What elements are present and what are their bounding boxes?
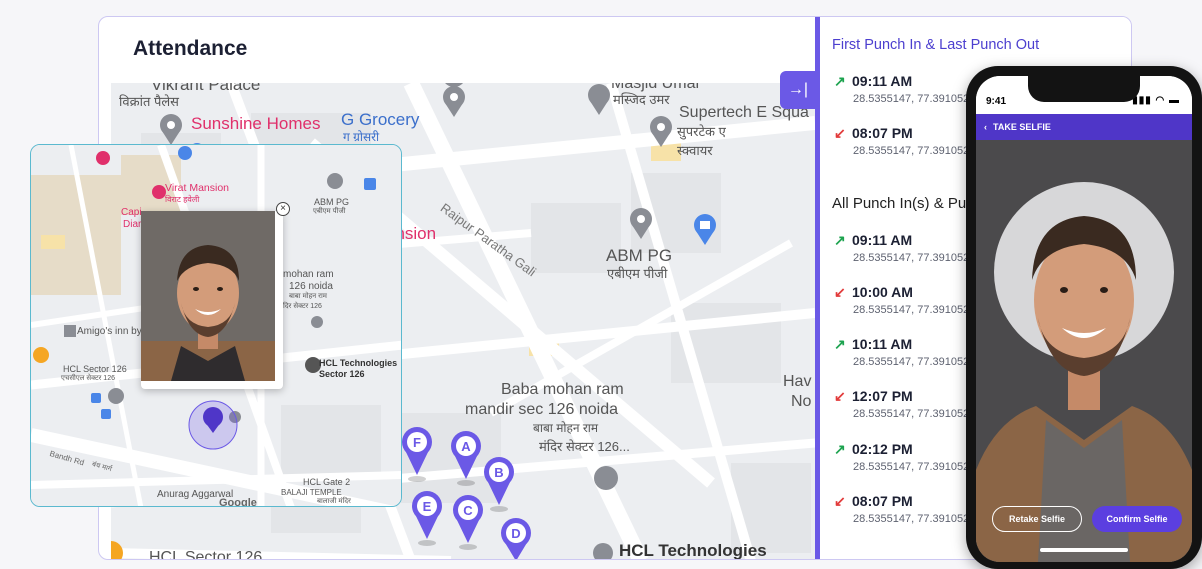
map-label-abm-pg: ABM PG xyxy=(606,246,673,265)
map-label-vikrant-hindi: विक्रांत पैलेस xyxy=(119,94,179,109)
punch-row[interactable]: ↙ 10:00 AM 28.5355147, 77.391052 xyxy=(834,284,969,316)
zoom-label-hcl-tech-1: HCL Technologies xyxy=(319,358,398,368)
punch-first-in[interactable]: ↗ 09:11 AM 28.5355147, 77.391052 xyxy=(834,73,969,105)
signal-wifi-battery-icon: ▮▮▮ ◠ ▬ xyxy=(1132,95,1180,106)
collapse-panel-button[interactable]: →| xyxy=(780,71,816,109)
zoom-label-abm-pg: ABM PG xyxy=(314,197,350,207)
arrow-down-left-icon: ↙ xyxy=(834,284,846,300)
zoom-label-mohan-1: mohan ram xyxy=(283,269,334,280)
zoom-label-amigos: Amigo's inn by xyxy=(77,326,142,337)
first-last-heading: First Punch In & Last Punch Out xyxy=(832,37,1040,53)
arrow-down-left-icon: ↙ xyxy=(834,125,846,141)
zoom-label-mohan-hindi-2: दिर सेक्टर 126 xyxy=(283,303,322,310)
map-label-no: No xyxy=(791,393,812,410)
arrow-down-left-icon: ↙ xyxy=(834,388,846,404)
zoom-label-mohan-hindi-1: बाबा मोहन राम xyxy=(289,293,327,300)
map-label-hav: Hav xyxy=(783,373,812,390)
map-label-baba-mohan-2: mandir sec 126 noida xyxy=(465,401,618,418)
selfie-photo xyxy=(141,211,275,381)
close-icon[interactable]: × xyxy=(276,202,290,216)
retake-selfie-button[interactable]: Retake Selfie xyxy=(992,506,1082,532)
arrow-up-right-icon: ↗ xyxy=(834,336,846,352)
zoomed-location-map[interactable]: Virat Mansion विराट हवेली Capi Diar ABM … xyxy=(30,144,402,507)
punch-row[interactable]: ↗ 10:11 AM 28.5355147, 77.391052 xyxy=(834,336,969,368)
map-label-g-grocery: G Grocery xyxy=(341,110,420,129)
map-label-supertech-hindi-2: स्क्वायर xyxy=(677,143,713,158)
zoom-label-virat-mansion: Virat Mansion xyxy=(165,182,230,194)
map-label-hcl-technologies: HCL Technologies xyxy=(619,541,767,560)
arrow-up-right-icon: ↗ xyxy=(834,441,846,457)
zoom-label-virat-hindi: विराट हवेली xyxy=(165,195,200,204)
google-logo: Google xyxy=(219,497,257,507)
camera-preview: Retake Selfie Confirm Selfie xyxy=(976,140,1192,562)
map-label-hcl-sector-126: HCL Sector 126 xyxy=(149,549,263,560)
punch-last-out[interactable]: ↙ 08:07 PM 28.5355147, 77.391052 xyxy=(834,125,969,157)
punch-row[interactable]: ↙ 08:07 PM 28.5355147, 77.391052 xyxy=(834,493,969,525)
arrow-up-right-icon: ↗ xyxy=(834,232,846,248)
screen-title: TAKE SELFIE xyxy=(993,122,1051,132)
zoom-label-hcl-gate-1: HCL Gate 2 xyxy=(303,477,351,487)
home-indicator xyxy=(1040,548,1128,552)
zoom-label-hcl-sector: HCL Sector 126 xyxy=(63,364,127,374)
map-label-baba-mohan-1: Baba mohan ram xyxy=(501,381,624,398)
take-selfie-header: ‹ TAKE SELFIE xyxy=(976,114,1192,140)
map-label-baba-mohan-hindi-2: मंदिर सेक्टर 126... xyxy=(539,439,630,454)
phone-mockup: 9:41 ▮▮▮ ◠ ▬ ‹ TAKE SELFIE Retake Selfie… xyxy=(966,66,1202,569)
arrow-up-right-icon: ↗ xyxy=(834,73,846,89)
map-label-supertech-hindi-1: सुपरटेक ए xyxy=(677,124,726,139)
status-time: 9:41 xyxy=(986,96,1007,107)
phone-notch xyxy=(1028,76,1140,102)
selfie-popup[interactable] xyxy=(141,211,283,389)
selfie-camera-image xyxy=(976,140,1192,562)
punch-row[interactable]: ↗ 09:11 AM 28.5355147, 77.391052 xyxy=(834,232,969,264)
map-label-baba-mohan-hindi-1: बाबा मोहन राम xyxy=(533,421,599,435)
zoom-label-hcl-tech-2: Sector 126 xyxy=(319,369,365,379)
zoom-label-mohan-2: 126 noida xyxy=(289,281,333,292)
punch-row[interactable]: ↙ 12:07 PM 28.5355147, 77.391052 xyxy=(834,388,969,420)
zoom-label-hcl-gate-2: BALAJI TEMPLE xyxy=(281,488,342,497)
map-label-abm-pg-hindi: एबीएम पीजी xyxy=(607,266,668,281)
back-icon[interactable]: ‹ xyxy=(984,122,987,132)
confirm-selfie-button[interactable]: Confirm Selfie xyxy=(1092,506,1182,532)
zoom-label-hcl-gate-hindi: बालाजी मंदिर xyxy=(317,498,351,505)
zoom-label-abm-pg-hindi: एबीएम पीजी xyxy=(313,208,346,215)
zoom-label-diar: Diar xyxy=(123,219,142,230)
map-label-g-grocery-hindi: ग ग्रोसरी xyxy=(343,130,380,144)
punch-row[interactable]: ↗ 02:12 PM 28.5355147, 77.391052 xyxy=(834,441,969,473)
page-title: Attendance xyxy=(133,37,248,60)
map-label-vikrant-palace: Vikrant Palace xyxy=(151,83,261,94)
map-label-masjid-hindi: मस्जिद उमर xyxy=(613,92,670,107)
zoom-label-hcl-sector-hindi: एचसीएल सेक्टर 126 xyxy=(61,375,115,382)
zoom-label-capi: Capi xyxy=(121,207,142,218)
stage: Attendance Vikrant Palace विक्रांत पैलेस… xyxy=(0,0,1202,569)
phone-screen: 9:41 ▮▮▮ ◠ ▬ ‹ TAKE SELFIE Retake Selfie… xyxy=(976,76,1192,562)
arrow-down-left-icon: ↙ xyxy=(834,493,846,509)
collapse-right-icon: →| xyxy=(787,81,809,98)
map-label-sunshine-homes: Sunshine Homes xyxy=(191,114,321,133)
